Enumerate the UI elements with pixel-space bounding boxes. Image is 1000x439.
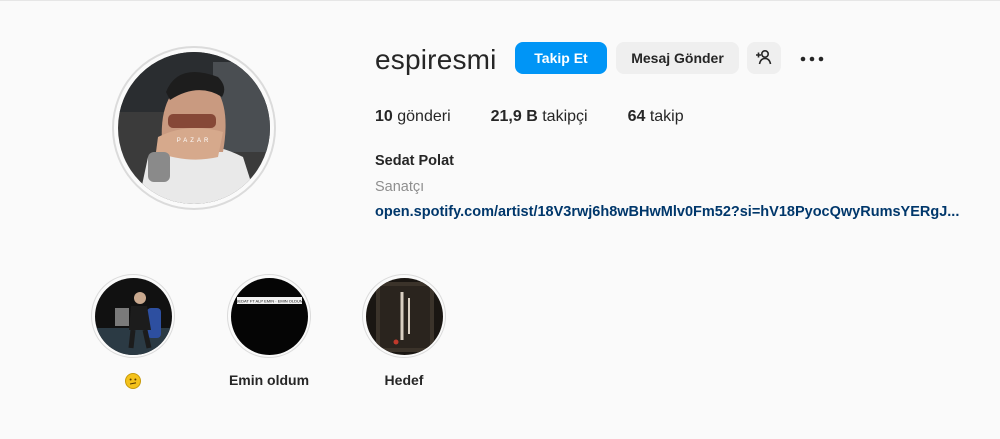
profile-avatar[interactable]: PAZAR — [112, 46, 276, 210]
avatar-caption: PAZAR — [177, 138, 212, 144]
suggested-accounts-button[interactable] — [747, 42, 781, 74]
bio-link[interactable]: open.spotify.com/artist/18V3rwj6h8wBHwMl… — [375, 204, 959, 220]
highlight-cover[interactable] — [91, 274, 175, 358]
posts-label: gönderi — [397, 108, 451, 125]
highlight-thumbnail — [94, 277, 172, 355]
top-divider — [0, 0, 1000, 1]
posts-stat: 10 gönderi — [375, 108, 451, 126]
more-horizontal-icon — [800, 49, 824, 67]
username: espiresmi — [375, 44, 497, 75]
category-label: Sanatçı — [375, 179, 425, 195]
highlight-cover[interactable] — [362, 274, 446, 358]
avatar-photo: PAZAR — [118, 52, 270, 204]
highlight-thumbnail: SEDAT FT ALP EMIN · EMIN OLDUM — [230, 277, 308, 355]
profile-stats: 10 gönderi 21,9 B takipçi 64 takip — [375, 108, 724, 126]
add-person-icon — [755, 49, 773, 68]
story-highlight[interactable]: 🫤 — [83, 274, 183, 390]
highlight-label: Emin oldum — [228, 372, 310, 388]
following-count: 64 — [627, 108, 646, 125]
highlight-label: 🫤 — [83, 372, 183, 390]
story-highlight[interactable]: Hedef — [354, 274, 454, 388]
follow-button[interactable]: Takip Et — [515, 42, 607, 74]
followers-label: takipçi — [542, 108, 588, 125]
highlight-thumbnail-caption: SEDAT FT ALP EMIN · EMIN OLDUM — [235, 298, 303, 303]
svg-text:SEDAT FT ALP EMIN · EMIN OLDUM: SEDAT FT ALP EMIN · EMIN OLDUM — [235, 298, 303, 303]
highlight-thumbnail — [365, 277, 443, 355]
posts-count: 10 — [375, 108, 393, 125]
followers-stat[interactable]: 21,9 B takipçi — [491, 108, 588, 126]
thinking-face-emoji — [125, 373, 141, 390]
highlight-cover[interactable]: SEDAT FT ALP EMIN · EMIN OLDUM — [227, 274, 311, 358]
story-highlight[interactable]: SEDAT FT ALP EMIN · EMIN OLDUM Emin oldu… — [219, 274, 319, 388]
highlight-label: Hedef — [384, 372, 424, 388]
full-name: Sedat Polat — [375, 153, 454, 169]
svg-text:PAZAR: PAZAR — [177, 138, 212, 144]
send-message-button[interactable]: Mesaj Gönder — [616, 42, 739, 74]
followers-count: 21,9 B — [490, 108, 538, 125]
following-stat[interactable]: 64 takip — [628, 108, 684, 126]
following-label: takip — [649, 108, 684, 125]
more-options-button[interactable] — [796, 42, 828, 74]
